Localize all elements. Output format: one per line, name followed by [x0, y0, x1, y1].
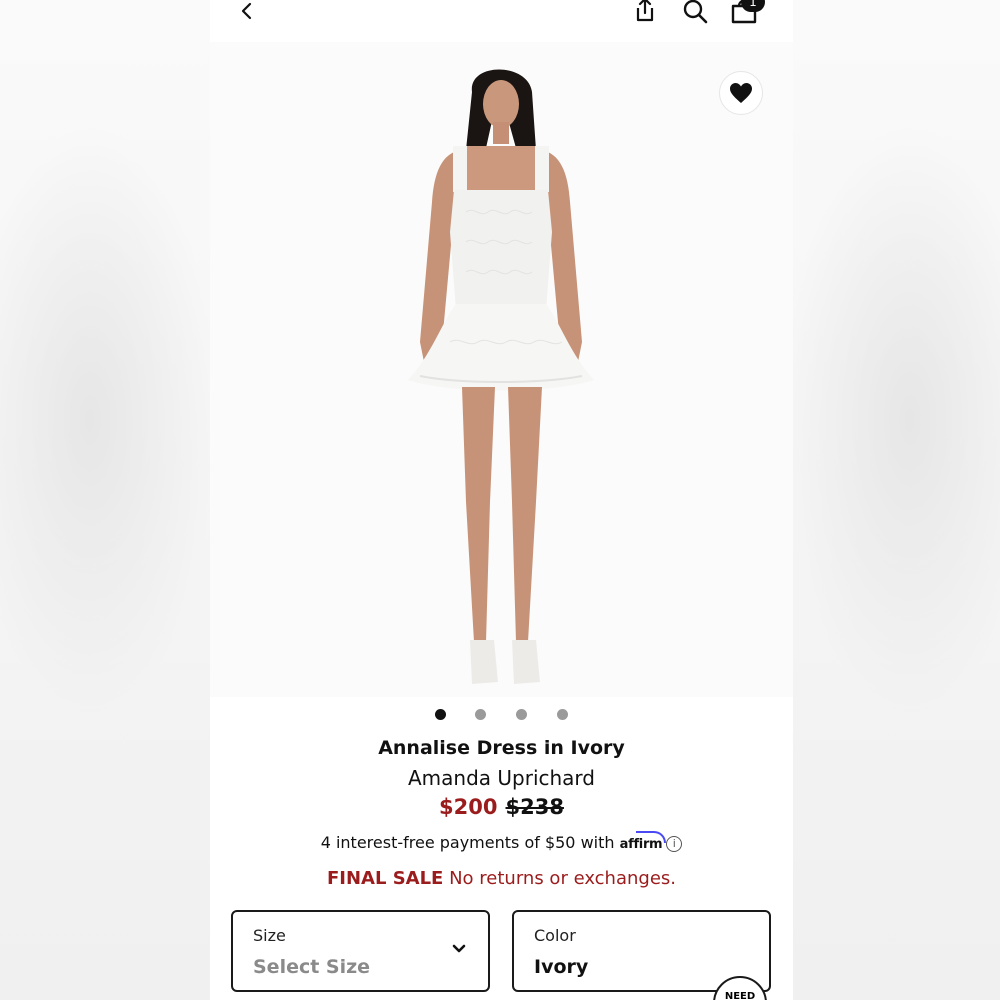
size-selector[interactable]: Size Select Size — [231, 910, 490, 992]
chevron-left-icon[interactable] — [238, 0, 256, 22]
info-icon[interactable]: i — [666, 835, 683, 852]
image-carousel-indicator — [210, 709, 793, 721]
heart-icon — [730, 83, 752, 103]
product-title: Annalise Dress in Ivory — [378, 737, 625, 759]
product-image[interactable] — [210, 42, 793, 697]
installment-text: 4 interest-free payments of $50 with — [320, 833, 615, 852]
sale-price: $200 — [439, 795, 498, 819]
installment-info: 4 interest-free payments of $50 with aff… — [210, 831, 793, 852]
final-sale-text: No returns or exchanges. — [449, 868, 677, 889]
final-sale-label: FINAL SALE — [326, 868, 444, 889]
original-price: $238 — [505, 795, 564, 819]
price-row: $200 $238 — [210, 795, 793, 819]
carousel-dot[interactable] — [435, 709, 446, 720]
cart-count-badge: 1 — [741, 0, 765, 12]
color-value: Ivory — [534, 956, 589, 978]
app-screen: 1 Annalise Dress in Ivory Amanda Upricha… — [210, 0, 793, 1000]
top-nav-bar: 1 — [210, 0, 793, 42]
share-icon[interactable] — [633, 0, 657, 24]
carousel-dot[interactable] — [557, 709, 568, 720]
favorite-button[interactable] — [719, 71, 763, 115]
final-sale-notice: FINAL SALE No returns or exchanges. — [210, 868, 793, 889]
carousel-dot[interactable] — [516, 709, 527, 720]
model-photo — [408, 69, 594, 684]
carousel-dot[interactable] — [475, 709, 486, 720]
affirm-logo: affirm — [620, 831, 666, 852]
color-label: Color — [534, 926, 576, 945]
search-icon[interactable] — [681, 0, 709, 25]
chevron-down-icon — [452, 944, 466, 953]
size-value: Select Size — [253, 956, 371, 978]
size-label: Size — [253, 926, 286, 945]
brand-name[interactable]: Amanda Uprichard — [210, 766, 793, 790]
